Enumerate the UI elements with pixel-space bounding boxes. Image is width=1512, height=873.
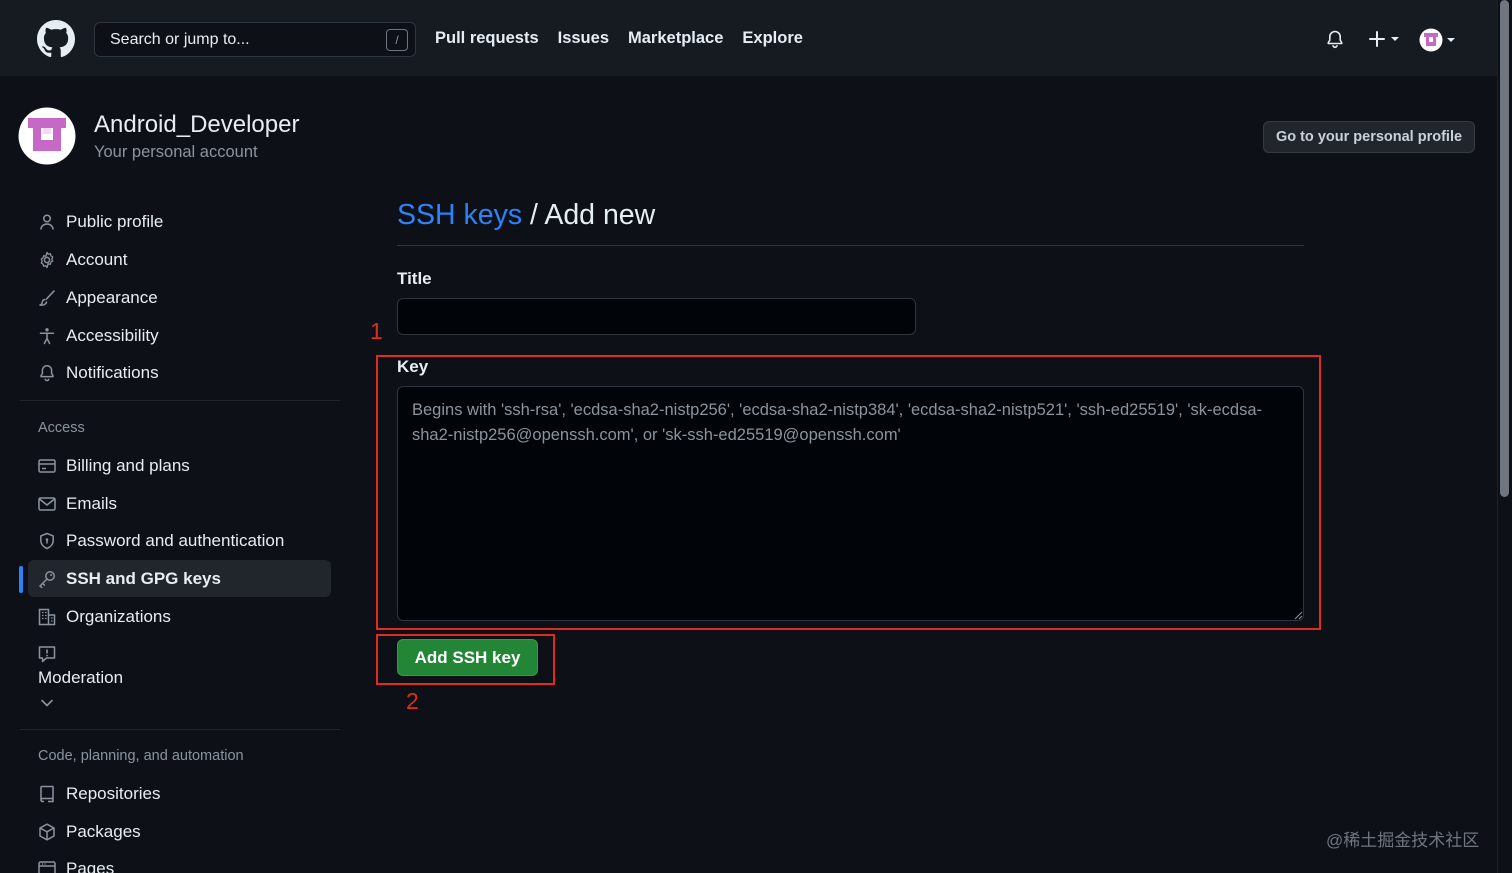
notifications-bell-icon[interactable] [1325,29,1345,49]
sidebar-active-indicator [19,566,23,593]
user-avatar-menu-icon[interactable] [1419,28,1457,52]
sidebar-item-label: Password and authentication [66,530,285,550]
sidebar-divider [20,400,340,401]
package-icon [39,823,55,841]
accessibility-icon [39,328,55,345]
account-avatar[interactable] [18,107,76,165]
sidebar-heading-access: Access [38,420,85,436]
report-icon [38,646,56,663]
sidebar-item-label: Billing and plans [66,455,190,475]
sidebar-item-password-auth[interactable]: Password and authentication [28,522,331,559]
sidebar-item-account[interactable]: Account [28,241,331,278]
sidebar-item-emails[interactable]: Emails [28,485,331,522]
title-input[interactable] [397,298,916,335]
sidebar-item-ssh-gpg-keys[interactable]: SSH and GPG keys [28,560,331,597]
sidebar-item-label: Accessibility [66,325,159,345]
shield-icon [40,532,54,550]
paintbrush-icon [39,290,55,306]
nav-issues[interactable]: Issues [558,29,609,48]
sidebar-item-label: Notifications [66,362,159,382]
gear-icon [40,251,54,269]
breadcrumb-ssh-keys-link[interactable]: SSH keys [397,199,522,231]
browser-icon [38,861,56,873]
sidebar-item-appearance[interactable]: Appearance [28,279,331,316]
credit-card-icon [38,459,56,473]
annotation-marker-1: 1 [370,318,383,344]
github-logo-icon[interactable] [37,20,75,58]
app-root: Search or jump to... / Pull requests Iss… [0,0,1512,873]
sidebar-item-accessibility[interactable]: Accessibility [28,317,331,354]
sidebar-divider [20,729,340,730]
bell-icon [40,365,54,382]
page-title: Add new [544,199,656,231]
sidebar-item-public-profile[interactable]: Public profile [28,203,331,240]
scrollbar-thumb[interactable] [1500,0,1509,497]
watermark: @稀土掘金技术社区 [1326,831,1480,850]
account-username: Android_Developer [94,111,300,138]
sidebar-item-organizations[interactable]: Organizations [28,598,331,635]
sidebar-item-label: Organizations [66,606,171,626]
top-header: Search or jump to... / Pull requests Iss… [0,0,1497,76]
annotation-box-button [376,634,555,685]
key-icon [39,571,55,588]
search-placeholder: Search or jump to... [110,31,250,48]
sidebar-item-label: Repositories [66,783,161,803]
sidebar-item-label: Public profile [66,211,164,231]
global-nav: Pull requests Issues Marketplace Explore [435,29,803,48]
repo-icon [40,785,54,803]
person-icon [40,214,54,230]
sidebar-item-label: Emails [66,493,118,513]
account-subtitle: Your personal account [94,143,258,161]
annotation-box-key [376,355,1321,630]
go-to-profile-button[interactable]: Go to your personal profile [1263,121,1475,153]
title-field-label: Title [397,269,432,288]
sidebar-item-moderation[interactable]: Moderation [38,668,123,688]
sidebar-item-label: SSH and GPG keys [66,568,221,588]
annotation-marker-2: 2 [406,688,419,714]
search-shortcut-hint: / [386,29,408,51]
create-new-plus-icon[interactable] [1368,29,1402,49]
sidebar-heading-code: Code, planning, and automation [38,748,244,764]
sidebar-item-label: Appearance [66,287,158,307]
sidebar-item-packages[interactable]: Packages [28,813,331,850]
organization-icon [38,608,56,626]
sidebar-item-label: Pages [66,858,115,873]
mail-icon [38,497,56,511]
breadcrumb: SSH keys / Add new [397,199,655,232]
sidebar-item-pages[interactable]: Pages [28,850,331,873]
nav-explore[interactable]: Explore [742,29,803,48]
chevron-down-icon[interactable] [39,695,55,711]
title-divider [397,245,1304,246]
sidebar-item-repositories[interactable]: Repositories [28,775,331,812]
nav-pull-requests[interactable]: Pull requests [435,29,539,48]
sidebar-item-label: Packages [66,821,141,841]
breadcrumb-separator: / [522,199,545,231]
sidebar-item-billing[interactable]: Billing and plans [28,447,331,484]
sidebar-item-notifications[interactable]: Notifications [28,354,331,391]
sidebar-item-label: Account [66,249,128,269]
nav-marketplace[interactable]: Marketplace [628,29,723,48]
search-input[interactable]: Search or jump to... / [94,22,416,57]
